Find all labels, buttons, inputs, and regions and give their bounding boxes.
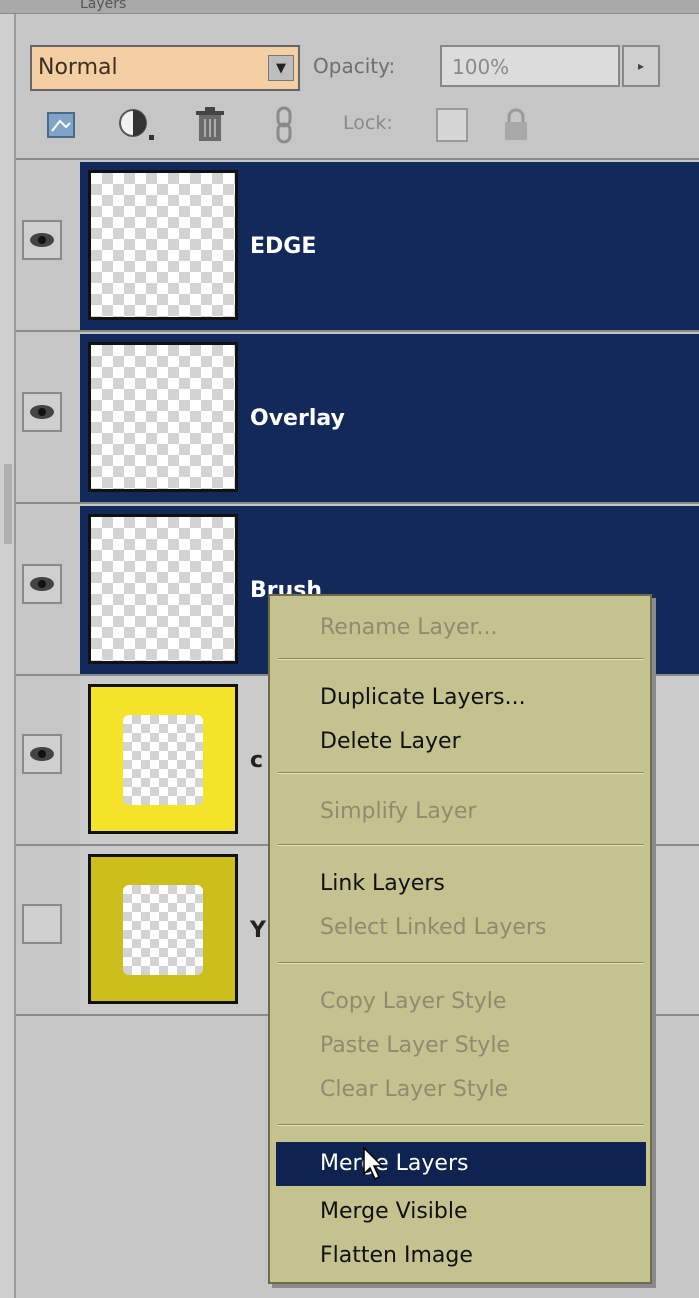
thumbnail-transparent-area <box>123 715 203 805</box>
panel-left-edge <box>0 14 16 1298</box>
layer-name: Y <box>250 918 266 943</box>
layer-name: Overlay <box>250 406 345 431</box>
lock-all-icon[interactable] <box>496 103 536 147</box>
eye-icon <box>30 233 54 247</box>
layer-thumbnail <box>88 342 238 492</box>
visibility-toggle[interactable] <box>22 220 62 260</box>
eye-icon <box>30 577 54 591</box>
eye-icon <box>30 747 54 761</box>
menu-item-delete-layer[interactable]: Delete Layer <box>276 720 646 764</box>
menu-item-duplicate-layers[interactable]: Duplicate Layers... <box>276 676 646 720</box>
blend-mode-value: Normal <box>38 55 118 80</box>
eye-icon <box>30 405 54 419</box>
layer-row-edge[interactable]: EDGE <box>16 162 699 332</box>
toolbar-divider <box>16 158 699 160</box>
lock-transparency-icon[interactable] <box>436 108 468 142</box>
thumbnail-transparent-area <box>123 885 203 975</box>
mouse-cursor-icon <box>362 1146 388 1186</box>
menu-item-select-linked-layers[interactable]: Select Linked Layers <box>276 906 646 950</box>
menu-item-merge-layers[interactable]: Merge Layers <box>276 1142 646 1186</box>
layer-thumbnail <box>88 170 238 320</box>
adjustment-layer-icon[interactable] <box>112 103 162 147</box>
visibility-toggle[interactable] <box>22 904 62 944</box>
blend-mode-select[interactable]: Normal ▼ <box>30 45 300 91</box>
menu-separator <box>278 962 644 964</box>
menu-item-merge-visible[interactable]: Merge Visible <box>276 1190 646 1234</box>
menu-item-link-layers[interactable]: Link Layers <box>276 862 646 906</box>
layer-context-menu: Rename Layer... Duplicate Layers... Dele… <box>268 594 652 1284</box>
panel-titlebar[interactable]: Layers <box>0 0 699 14</box>
layer-thumbnail <box>88 854 238 1004</box>
menu-item-copy-layer-style[interactable]: Copy Layer Style <box>276 980 646 1024</box>
menu-item-flatten-image[interactable]: Flatten Image <box>276 1234 646 1278</box>
menu-item-simplify-layer[interactable]: Simplify Layer <box>276 790 646 834</box>
opacity-label: Opacity: <box>313 54 396 78</box>
visibility-toggle[interactable] <box>22 564 62 604</box>
panel-title: Layers <box>80 0 127 12</box>
layer-thumbnail <box>88 514 238 664</box>
visibility-toggle[interactable] <box>22 734 62 774</box>
menu-separator <box>278 1124 644 1126</box>
menu-item-rename-layer[interactable]: Rename Layer... <box>276 606 646 650</box>
menu-separator <box>278 658 644 660</box>
menu-item-clear-layer-style[interactable]: Clear Layer Style <box>276 1068 646 1112</box>
opacity-value: 100% <box>452 55 510 79</box>
layers-panel: Layers Normal ▼ Opacity: 100% ▸ Lock: ED… <box>0 0 699 1298</box>
resize-grip[interactable] <box>4 464 12 544</box>
layer-name: c <box>250 748 264 773</box>
lock-label: Lock: <box>343 112 393 134</box>
layer-name: EDGE <box>250 234 317 259</box>
trash-icon[interactable] <box>188 103 232 147</box>
link-icon[interactable] <box>266 103 302 147</box>
opacity-slider-button[interactable]: ▸ <box>622 45 660 87</box>
new-layer-icon[interactable] <box>40 103 84 147</box>
visibility-toggle[interactable] <box>22 392 62 432</box>
opacity-input[interactable]: 100% <box>440 45 620 87</box>
layer-thumbnail <box>88 684 238 834</box>
menu-item-paste-layer-style[interactable]: Paste Layer Style <box>276 1024 646 1068</box>
menu-separator <box>278 772 644 774</box>
chevron-down-icon[interactable]: ▼ <box>268 55 294 81</box>
layer-row-overlay[interactable]: Overlay <box>16 334 699 504</box>
menu-separator <box>278 844 644 846</box>
